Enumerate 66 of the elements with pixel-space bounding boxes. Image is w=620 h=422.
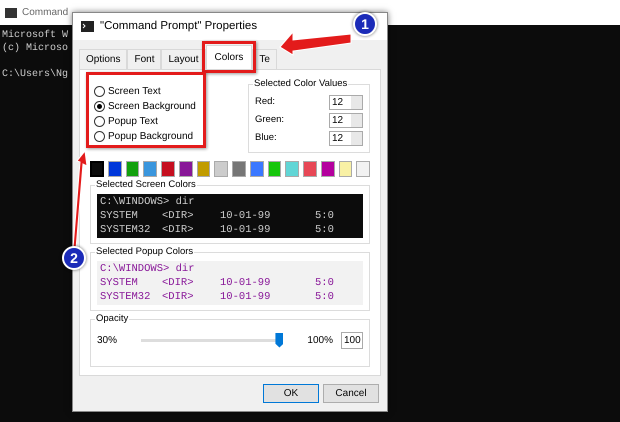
color-swatch[interactable]	[232, 161, 246, 177]
cancel-button[interactable]: Cancel	[323, 384, 379, 403]
dialog-title: "Command Prompt" Properties	[100, 18, 258, 34]
console-line: (c) Microso	[2, 42, 68, 55]
radio-label: Screen Background	[108, 100, 196, 114]
console-line: C:\Users\Ng	[2, 68, 68, 81]
max-label: 100%	[307, 334, 333, 348]
color-swatch[interactable]	[320, 161, 335, 177]
preview-text: 10-01-99	[220, 209, 272, 223]
color-swatch[interactable]	[250, 161, 264, 177]
color-swatch[interactable]	[90, 161, 104, 177]
preview-text: <DIR>	[162, 209, 195, 223]
preview-text: 10-01-99	[220, 290, 272, 304]
color-swatch[interactable]	[196, 161, 210, 177]
radio-label: Popup Background	[108, 130, 194, 144]
tab[interactable]: Options	[79, 49, 128, 69]
console-title: Command	[22, 6, 68, 20]
tab[interactable]: Colors	[206, 45, 252, 69]
preview-text: 5:0	[315, 276, 335, 290]
field-label: Green:	[255, 112, 284, 127]
color-swatch[interactable]	[268, 161, 282, 177]
field-label: Red:	[255, 94, 276, 109]
color-swatch[interactable]	[214, 161, 228, 177]
preview-text: 10-01-99	[220, 276, 272, 290]
color-swatch[interactable]	[338, 161, 352, 177]
min-label: 30%	[97, 334, 118, 348]
color-swatch[interactable]	[161, 161, 175, 177]
preview-text: 5:0	[315, 209, 335, 223]
spin-field[interactable]: 12	[329, 112, 363, 128]
preview-text: SYSTEM	[100, 209, 139, 223]
preview-text: 5:0	[315, 290, 335, 304]
group-title: Opacity	[95, 313, 130, 325]
preview-line: C:\WINDOWS> dir	[100, 262, 195, 276]
spin-field[interactable]: 12	[329, 130, 363, 146]
color-swatch[interactable]	[356, 161, 370, 177]
console-app-icon	[81, 21, 94, 32]
color-swatch[interactable]	[108, 161, 122, 177]
preview-text: <DIR>	[162, 276, 195, 290]
preview-text: SYSTEM32	[100, 290, 152, 304]
spin-field[interactable]: 12	[329, 94, 363, 110]
console-app-icon	[5, 8, 17, 18]
slider-thumb[interactable]	[275, 332, 284, 348]
radio-button[interactable]	[94, 116, 105, 127]
preview-text: 5:0	[315, 223, 335, 237]
radio-button[interactable]	[94, 101, 105, 112]
color-swatch[interactable]	[285, 161, 300, 177]
ok-button[interactable]: OK	[263, 384, 319, 403]
preview-text: SYSTEM	[100, 276, 139, 290]
color-swatch[interactable]	[126, 161, 140, 177]
radio-button[interactable]	[94, 86, 105, 97]
preview-text: SYSTEM32	[100, 223, 152, 237]
radio-label: Popup Text	[108, 115, 158, 129]
radio-button[interactable]	[94, 131, 105, 142]
field-label: Blue:	[255, 130, 277, 145]
preview-text: <DIR>	[162, 223, 195, 237]
preview-text: <DIR>	[162, 290, 195, 304]
preview-text: 10-01-99	[220, 223, 272, 237]
console-line: Microsoft W	[2, 29, 68, 42]
color-swatch[interactable]	[303, 161, 317, 177]
color-swatch[interactable]	[178, 161, 193, 177]
preview-line: C:\WINDOWS> dir	[100, 195, 195, 209]
radio-label: Screen Text	[108, 85, 161, 99]
opacity-value-field[interactable]: 100	[341, 332, 363, 349]
group-title: Selected Popup Colors	[95, 246, 194, 258]
tab[interactable]: Font	[127, 49, 162, 69]
color-swatch[interactable]	[143, 161, 158, 177]
